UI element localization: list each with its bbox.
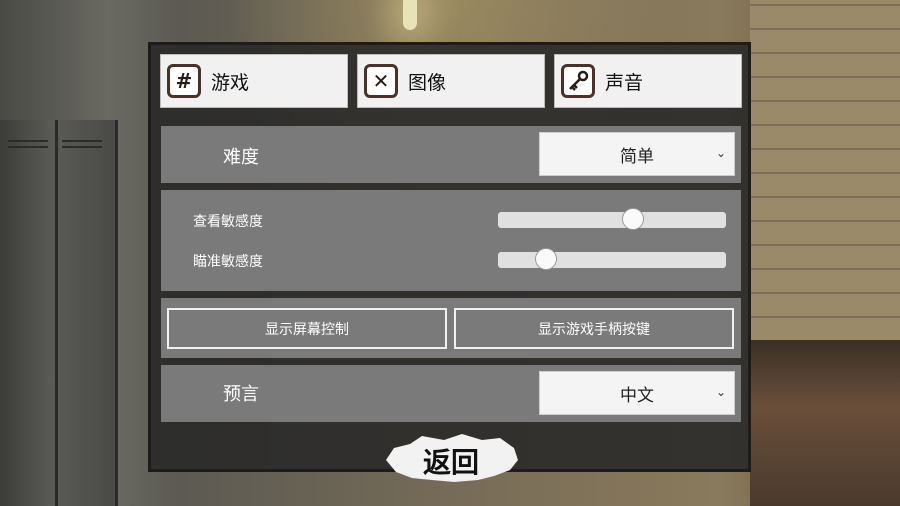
background-locker bbox=[0, 120, 118, 506]
tab-sound[interactable]: 声音 bbox=[554, 54, 742, 108]
language-label: 预言 bbox=[223, 384, 259, 405]
tab-graphics-label: 图像 bbox=[408, 71, 447, 94]
look-sensitivity-label: 查看敏感度 bbox=[193, 214, 263, 230]
difficulty-value: 简单 bbox=[620, 146, 654, 167]
difficulty-row: 难度 简单 ⌄ bbox=[161, 126, 741, 183]
hash-icon: # bbox=[167, 64, 201, 98]
back-button[interactable]: 返回 bbox=[382, 430, 520, 486]
key-icon bbox=[561, 64, 595, 98]
tab-game-label: 游戏 bbox=[211, 71, 250, 94]
background-lamp bbox=[403, 0, 417, 30]
chevron-down-icon: ⌄ bbox=[715, 385, 726, 399]
tab-game[interactable]: # 游戏 bbox=[160, 54, 348, 108]
difficulty-select[interactable]: 简单 ⌄ bbox=[539, 132, 735, 176]
language-select[interactable]: 中文 ⌄ bbox=[539, 371, 735, 415]
difficulty-label: 难度 bbox=[223, 147, 259, 168]
aim-sensitivity-handle[interactable] bbox=[534, 248, 557, 270]
settings-panel: # 游戏 ✕ 图像 声音 难度 简单 ⌄ 查看敏感度 瞄准敏感度 显示屏幕控制 … bbox=[148, 42, 751, 472]
show-onscreen-controls-button[interactable]: 显示屏幕控制 bbox=[167, 308, 447, 349]
sensitivity-row: 查看敏感度 瞄准敏感度 bbox=[161, 190, 741, 291]
aim-sensitivity-label: 瞄准敏感度 bbox=[193, 254, 263, 270]
look-sensitivity-handle[interactable] bbox=[621, 208, 644, 230]
controls-row: 显示屏幕控制 显示游戏手柄按键 bbox=[161, 298, 741, 358]
aim-sensitivity-slider[interactable] bbox=[498, 248, 726, 270]
chevron-down-icon: ⌄ bbox=[715, 146, 726, 160]
tab-sound-label: 声音 bbox=[605, 71, 644, 94]
look-sensitivity-slider[interactable] bbox=[498, 208, 726, 230]
language-value: 中文 bbox=[620, 385, 654, 406]
back-label: 返回 bbox=[422, 446, 479, 479]
show-gamepad-buttons-button[interactable]: 显示游戏手柄按键 bbox=[454, 308, 734, 349]
background-wall bbox=[750, 0, 900, 340]
background-bed bbox=[750, 340, 900, 506]
x-icon: ✕ bbox=[364, 64, 398, 98]
language-row: 预言 中文 ⌄ bbox=[161, 365, 741, 422]
tab-graphics[interactable]: ✕ 图像 bbox=[357, 54, 545, 108]
